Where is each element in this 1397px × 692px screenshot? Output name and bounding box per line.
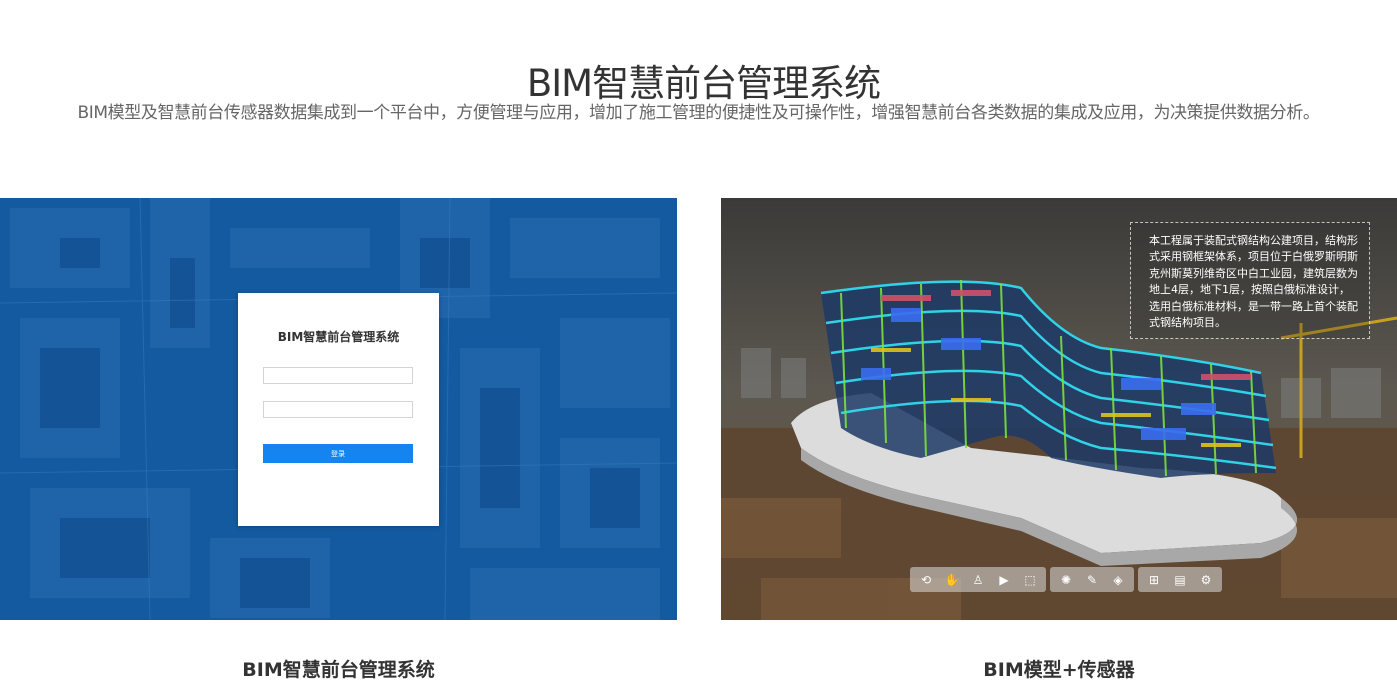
login-title: BIM智慧前台管理系统 bbox=[277, 330, 400, 344]
page-subtitle: BIM模型及智慧前台传感器数据集成到一个平台中，方便管理与应用，增加了施工管理的… bbox=[77, 103, 1320, 123]
login-card: BIM智慧前台管理系统 登录 bbox=[238, 293, 439, 526]
pan-hand-icon[interactable]: ✋ bbox=[939, 567, 965, 592]
toolbar-group-navigation: ⟲ ✋ ♙ ▶ ⬚ bbox=[910, 567, 1046, 592]
explode-icon[interactable]: ✺ bbox=[1053, 567, 1079, 592]
bim-toolbar: ⟲ ✋ ♙ ▶ ⬚ ✺ ✎ ◈ ⊞ ▤ ⚙ bbox=[910, 567, 1222, 592]
camera-icon[interactable]: ▶ bbox=[991, 567, 1017, 592]
toolbar-group-settings: ⊞ ▤ ⚙ bbox=[1138, 567, 1222, 592]
measure-pencil-icon[interactable]: ✎ bbox=[1079, 567, 1105, 592]
username-input[interactable] bbox=[263, 367, 413, 384]
settings-gear-icon[interactable]: ⚙ bbox=[1193, 567, 1219, 592]
password-input[interactable] bbox=[263, 401, 413, 418]
bim-model-panel: 本工程属于装配式钢结构公建项目，结构形式采用钢框架体系，项目位于白俄罗斯明斯克州… bbox=[721, 198, 1397, 620]
toolbar-group-tools: ✺ ✎ ◈ bbox=[1050, 567, 1134, 592]
tree-structure-icon[interactable]: ⊞ bbox=[1141, 567, 1167, 592]
bim-model-caption: BIM模型+传感器 bbox=[983, 659, 1135, 681]
login-screenshot-panel: BIM智慧前台管理系统 登录 bbox=[0, 198, 677, 620]
orbit-icon[interactable]: ⟲ bbox=[913, 567, 939, 592]
project-info-box: 本工程属于装配式钢结构公建项目，结构形式采用钢框架体系，项目位于白俄罗斯明斯克州… bbox=[1130, 222, 1370, 339]
section-cube-icon[interactable]: ◈ bbox=[1105, 567, 1131, 592]
login-screenshot-caption: BIM智慧前台管理系统 bbox=[242, 659, 435, 681]
zoom-box-icon[interactable]: ⬚ bbox=[1017, 567, 1043, 592]
page: BIM智慧前台管理系统 BIM模型及智慧前台传感器数据集成到一个平台中，方便管理… bbox=[0, 0, 1397, 692]
login-button[interactable]: 登录 bbox=[263, 444, 413, 463]
walk-person-icon[interactable]: ♙ bbox=[965, 567, 991, 592]
properties-doc-icon[interactable]: ▤ bbox=[1167, 567, 1193, 592]
